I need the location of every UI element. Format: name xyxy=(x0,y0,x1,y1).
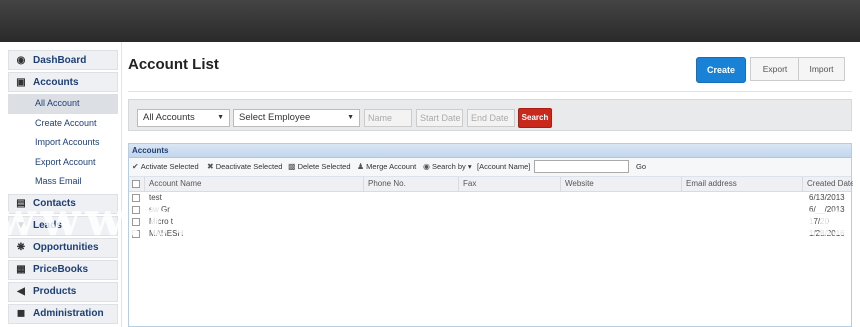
column-website[interactable]: Website xyxy=(560,177,681,191)
delete-label: Delete Selected xyxy=(297,162,351,171)
table-header: Account Name Phone No. Fax Website Email… xyxy=(129,177,853,192)
sidebar-item-label: DashBoard xyxy=(33,54,87,66)
search-by-dropdown[interactable]: ◉ Search by ▾ xyxy=(423,158,472,176)
row-created-date: 17/20 xyxy=(809,217,830,226)
table-row[interactable]: Micro t 17/20 xyxy=(129,216,851,228)
employee-select-value: Select Employee xyxy=(239,112,311,123)
header-divider xyxy=(128,91,852,92)
toolbar-search-input[interactable] xyxy=(534,160,629,173)
column-account-name[interactable]: Account Name xyxy=(144,177,363,191)
products-icon: ◀ xyxy=(17,286,25,298)
accounts-panel: Accounts ✔ Activate Selected ✖ Deactivate … xyxy=(128,143,853,327)
table-row[interactable]: sw Gr 6/__/2013 xyxy=(129,204,851,216)
column-email[interactable]: Email address xyxy=(681,177,802,191)
row-created-date: 6/__/2013 xyxy=(809,205,845,214)
table-row[interactable]: test 6/13/2013 xyxy=(129,192,851,204)
sidebar-item-label: Administration xyxy=(33,308,104,320)
accounts-toolbar: ✔ Activate Selected ✖ Deactivate Selected … xyxy=(129,158,851,177)
select-all-checkbox[interactable] xyxy=(132,180,140,188)
search-button[interactable]: Search xyxy=(518,108,552,128)
sidebar: ◉ DashBoard ▣ Accounts All Account Creat… xyxy=(8,50,118,327)
chevron-down-icon: ▼ xyxy=(347,114,354,121)
row-checkbox[interactable] xyxy=(132,194,140,202)
chevron-down-icon: ▾ xyxy=(465,162,472,171)
lock-icon: ◼ xyxy=(16,308,26,320)
sidebar-item-products[interactable]: ◀ Products xyxy=(8,281,118,302)
sidebar-item-label: Leads xyxy=(33,220,62,232)
row-account-name[interactable]: test xyxy=(149,192,162,204)
subnav-export-account[interactable]: Export Account xyxy=(8,153,118,173)
column-fax[interactable]: Fax xyxy=(458,177,560,191)
sidebar-item-contacts[interactable]: ▤ Contacts xyxy=(8,193,118,214)
deactivate-selected-button[interactable]: ✖ Deactivate Selected xyxy=(207,158,282,176)
search-by-label: Search by xyxy=(431,162,466,171)
leads-icon: ▼ xyxy=(16,220,26,232)
sidebar-item-leads[interactable]: ▼ Leads xyxy=(8,215,118,236)
close-icon: ✖ xyxy=(207,162,214,171)
row-created-date: 6/13/2013 xyxy=(809,193,845,202)
pricebooks-icon: ▦ xyxy=(16,264,26,276)
sidebar-item-label: Products xyxy=(33,286,77,298)
sidebar-item-label: Contacts xyxy=(33,198,76,210)
row-account-name[interactable]: sw Gr xyxy=(149,204,170,216)
accounts-icon: ▣ xyxy=(16,76,26,88)
row-checkbox[interactable] xyxy=(132,230,140,238)
app-shell: ◉ DashBoard ▣ Accounts All Account Creat… xyxy=(0,42,860,327)
sidebar-item-label: Accounts xyxy=(33,76,79,88)
import-button[interactable]: Import xyxy=(798,57,845,81)
sidebar-item-pricebooks[interactable]: ▦ PriceBooks xyxy=(8,259,118,280)
subnav-create-account[interactable]: Create Account xyxy=(8,114,118,134)
sidebar-item-label: PriceBooks xyxy=(33,264,89,276)
page-title: Account List xyxy=(128,56,219,73)
sidebar-item-label: Opportunities xyxy=(33,242,99,254)
create-button[interactable]: Create xyxy=(696,57,746,83)
export-button[interactable]: Export xyxy=(750,57,800,81)
column-phone[interactable]: Phone No. xyxy=(363,177,458,191)
search-field-label: [Account Name] xyxy=(477,162,531,171)
column-created-date[interactable]: Created Date xyxy=(802,177,853,191)
contacts-icon: ▤ xyxy=(16,198,26,210)
accounts-submenu: All Account Create Account Import Accoun… xyxy=(8,94,118,192)
table-row[interactable]: MAHESH 1/28/2016 xyxy=(129,228,851,240)
row-created-date: 1/28/2016 xyxy=(809,229,845,238)
row-account-name[interactable]: Micro t xyxy=(149,216,173,228)
chevron-down-icon: ▼ xyxy=(217,114,224,121)
name-input[interactable]: Name xyxy=(364,109,412,127)
sidebar-item-opportunities[interactable]: ❋ Opportunities xyxy=(8,237,118,258)
row-checkbox[interactable] xyxy=(132,218,140,226)
filter-bar: All Accounts ▼ Select Employee ▼ Name St… xyxy=(128,99,852,131)
sidebar-divider xyxy=(121,42,122,327)
subnav-import-accounts[interactable]: Import Accounts xyxy=(8,133,118,153)
sidebar-item-accounts[interactable]: ▣ Accounts xyxy=(8,72,118,92)
sidebar-item-dashboard[interactable]: ◉ DashBoard xyxy=(8,50,118,70)
employee-select[interactable]: Select Employee ▼ xyxy=(233,109,360,127)
sidebar-item-administration[interactable]: ◼ Administration xyxy=(8,303,118,324)
end-date-input[interactable]: End Date xyxy=(467,109,515,127)
start-date-input[interactable]: Start Date xyxy=(416,109,463,127)
check-icon: ✔ xyxy=(132,162,139,171)
opportunities-icon: ❋ xyxy=(16,242,26,254)
merge-account-button[interactable]: ♟ Merge Account xyxy=(357,158,416,176)
row-checkbox[interactable] xyxy=(132,206,140,214)
accounts-select-value: All Accounts xyxy=(143,112,195,123)
deactivate-label: Deactivate Selected xyxy=(215,162,283,171)
panel-title: Accounts xyxy=(129,144,851,158)
go-button[interactable]: Go xyxy=(636,158,646,176)
user-icon: ♟ xyxy=(357,162,365,171)
delete-selected-button[interactable]: ▩ Delete Selected xyxy=(288,158,351,176)
trash-icon: ▩ xyxy=(288,162,296,171)
eye-icon: ◉ xyxy=(423,162,430,171)
accounts-select[interactable]: All Accounts ▼ xyxy=(137,109,230,127)
row-account-name[interactable]: MAHESH xyxy=(149,228,183,240)
top-bar xyxy=(0,0,860,42)
subnav-mass-email[interactable]: Mass Email xyxy=(8,172,118,192)
dashboard-icon: ◉ xyxy=(16,54,26,66)
merge-label: Merge Account xyxy=(366,162,417,171)
subnav-all-account[interactable]: All Account xyxy=(8,94,118,114)
activate-label: Activate Selected xyxy=(140,162,199,171)
activate-selected-button[interactable]: ✔ Activate Selected xyxy=(132,158,199,176)
